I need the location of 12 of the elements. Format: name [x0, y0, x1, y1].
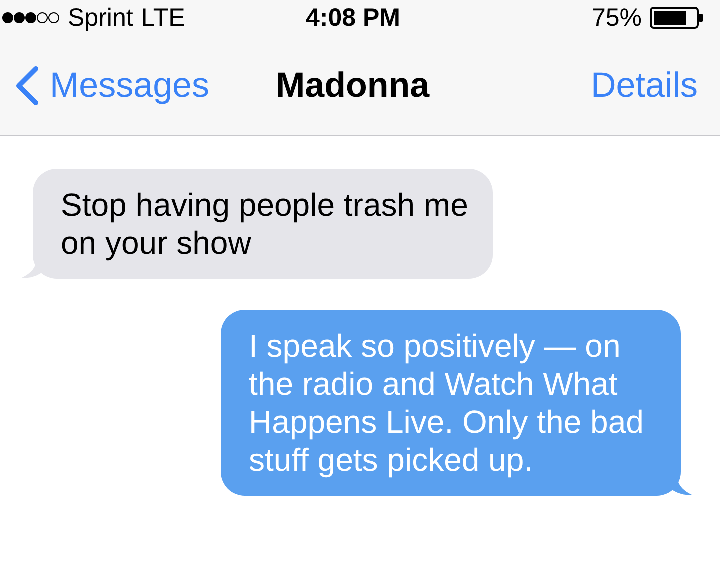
status-time: 4:08 PM — [306, 4, 400, 32]
signal-icon — [2, 12, 60, 24]
message-bubble: I speak so positively — on the radio and Watch What Happens Live. Only the bad stuff gets picked up. — [221, 310, 681, 496]
message-bubble: Stop having people trash me on your show — [33, 169, 493, 279]
battery-icon — [650, 7, 704, 29]
conversation-title: Madonna — [276, 66, 430, 106]
back-button[interactable]: Messages — [14, 66, 210, 106]
network-type: LTE — [141, 4, 186, 32]
details-button[interactable]: Details — [591, 66, 698, 106]
battery-percent: 75% — [592, 4, 642, 32]
carrier-name: Sprint — [68, 4, 134, 32]
chevron-left-icon — [14, 66, 40, 106]
